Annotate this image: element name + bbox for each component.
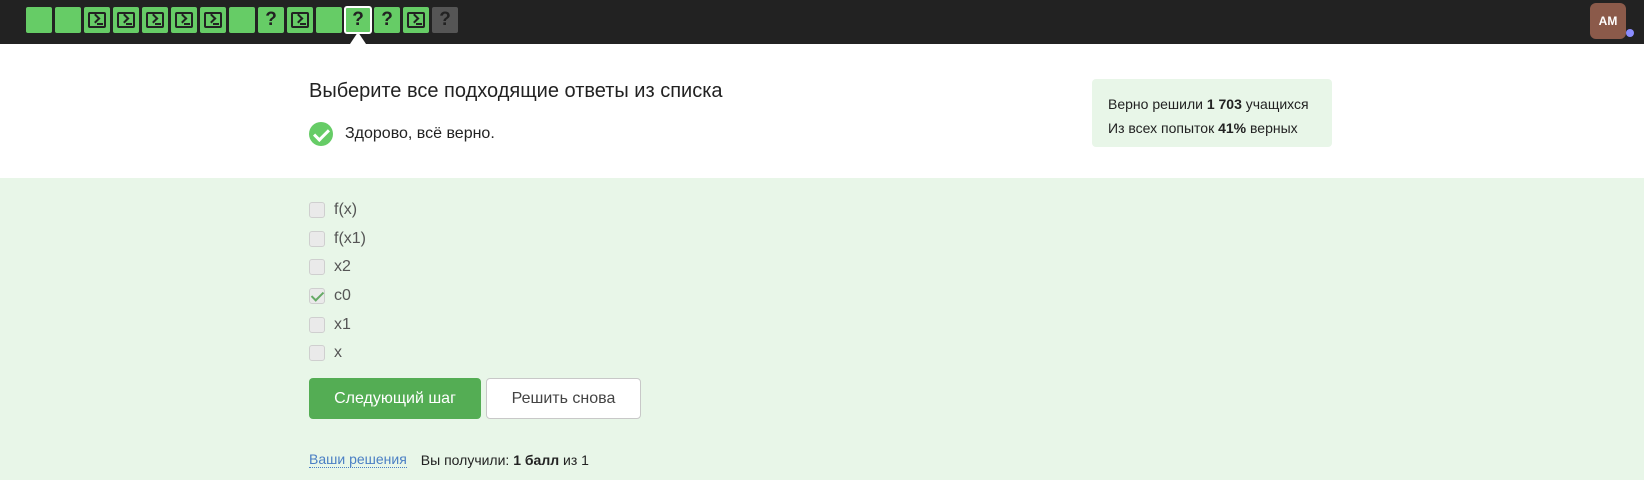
score-prefix: Вы получили:: [420, 451, 510, 468]
answer-option[interactable]: x1: [309, 310, 366, 339]
avatar[interactable]: AM: [1590, 3, 1626, 39]
terminal-icon: [175, 12, 193, 28]
question-mark-icon: ?: [352, 9, 364, 30]
step-text-button[interactable]: [316, 7, 342, 33]
step-code-button[interactable]: [113, 7, 139, 33]
lesson-steps: ????: [26, 6, 461, 34]
step-code-button[interactable]: [171, 7, 197, 33]
result-text: Здорово, всё верно.: [345, 125, 495, 142]
stats-attempts-suffix: верных: [1250, 120, 1298, 136]
option-checkbox[interactable]: [309, 259, 325, 276]
solve-again-button[interactable]: Решить снова: [486, 378, 641, 419]
stats-attempts-prefix: Из всех попыток: [1108, 120, 1215, 136]
step-text-button[interactable]: [55, 7, 81, 33]
step-code-button[interactable]: [84, 7, 110, 33]
active-step-pointer: [350, 32, 366, 44]
option-label: f(x1): [334, 229, 366, 247]
step-quiz-button[interactable]: ?: [258, 7, 284, 33]
step-code-button[interactable]: [403, 7, 429, 33]
answer-option[interactable]: x2: [309, 253, 366, 282]
option-label: x1: [334, 315, 351, 333]
question-mark-icon: ?: [439, 9, 451, 30]
option-label: f(x): [334, 201, 358, 219]
terminal-icon: [204, 12, 222, 28]
terminal-icon: [117, 12, 135, 28]
terminal-icon: [291, 12, 309, 28]
option-checkbox[interactable]: [309, 345, 325, 362]
stats-solved-suffix: учащихся: [1245, 96, 1309, 112]
answer-option[interactable]: c0: [309, 282, 366, 311]
top-navigation-bar: ???? AM: [0, 0, 1644, 44]
stats-attempts-percent: 41%: [1218, 120, 1247, 136]
terminal-icon: [88, 12, 106, 28]
success-check-icon: [309, 122, 333, 146]
option-label: c0: [334, 287, 351, 305]
option-label: x2: [334, 258, 351, 276]
option-checkbox[interactable]: [309, 316, 325, 333]
option-checkbox[interactable]: [309, 288, 325, 305]
result-message: Здорово, всё верно.: [309, 122, 495, 146]
stats-solved-count: 1 703: [1206, 96, 1242, 112]
stats-attempts-line: Из всех попыток 41% верных: [1108, 116, 1316, 140]
question-title: Выберите все подходящие ответы из списка: [309, 80, 723, 102]
notification-dot: [1626, 29, 1634, 37]
step-code-button[interactable]: [200, 7, 226, 33]
terminal-icon: [146, 12, 164, 28]
option-checkbox[interactable]: [309, 202, 325, 219]
step-quiz-button[interactable]: ?: [344, 6, 372, 34]
answer-options: f(x) f(x1) x2 c0 x1 x: [309, 196, 366, 368]
answer-option[interactable]: x: [309, 339, 366, 368]
step-code-button[interactable]: [287, 7, 313, 33]
step-text-button[interactable]: [26, 7, 52, 33]
step-quiz-button[interactable]: ?: [374, 7, 400, 33]
answer-option[interactable]: f(x): [309, 196, 366, 225]
step-text-button[interactable]: [229, 7, 255, 33]
your-solutions-link[interactable]: Ваши решения: [309, 451, 407, 468]
question-mark-icon: ?: [381, 9, 393, 30]
step-quiz-button[interactable]: ?: [432, 7, 458, 33]
stats-solved-prefix: Верно решили: [1108, 96, 1203, 112]
question-mark-icon: ?: [265, 9, 277, 30]
answer-option[interactable]: f(x1): [309, 225, 366, 254]
score-suffix: из 1: [563, 451, 589, 468]
submission-footer: Ваши решения Вы получили: 1 балл из 1: [309, 451, 589, 468]
question-header: Выберите все подходящие ответы из списка…: [0, 44, 1644, 178]
option-checkbox[interactable]: [309, 230, 325, 247]
step-code-button[interactable]: [142, 7, 168, 33]
terminal-icon: [407, 12, 425, 28]
score-text: Вы получили: 1 балл из 1: [421, 452, 589, 468]
next-step-button[interactable]: Следующий шаг: [309, 378, 481, 419]
stats-panel: Верно решили 1 703 учащихся Из всех попы…: [1092, 79, 1332, 147]
score-value: 1 балл: [513, 451, 560, 468]
stats-solved-line: Верно решили 1 703 учащихся: [1108, 92, 1316, 116]
option-label: x: [334, 344, 342, 362]
